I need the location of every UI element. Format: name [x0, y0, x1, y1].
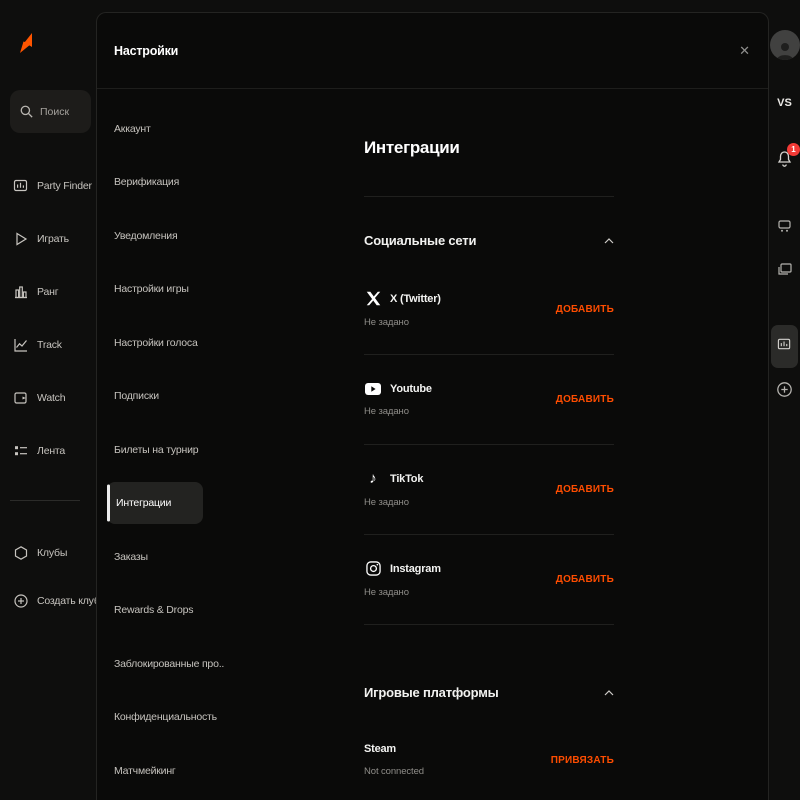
sidebar-item-label: Ранг — [37, 286, 58, 298]
play-icon — [13, 231, 29, 247]
sidebar-item-label: Лента — [37, 445, 65, 457]
integration-name: Instagram — [390, 563, 441, 575]
party-finder-icon — [13, 178, 29, 194]
section-title: Игровые платформы — [364, 685, 499, 700]
chevron-up-icon[interactable] — [604, 683, 614, 701]
integration-row-tiktok: ♪ TikTok Не задано ДОБАВИТЬ — [364, 445, 614, 535]
brand-arrow-icon[interactable] — [11, 31, 35, 55]
integration-status: Не задано — [364, 497, 423, 508]
sidebar-item-party-finder[interactable]: Party Finder — [0, 159, 96, 212]
modal-title: Настройки — [114, 44, 178, 58]
right-rail: VS 1 — [769, 0, 800, 800]
integration-row-youtube: Youtube Не задано ДОБАВИТЬ — [364, 355, 614, 445]
settings-nav-notifications[interactable]: Уведомления — [97, 209, 353, 263]
close-icon[interactable]: ✕ — [739, 43, 750, 59]
integration-status: Не задано — [364, 587, 441, 598]
sidebar-item-feed[interactable]: Лента — [0, 424, 96, 477]
search-icon — [19, 104, 34, 119]
integration-name: X (Twitter) — [390, 293, 441, 305]
sidebar-item-create-club[interactable]: Создать клуб — [0, 577, 96, 625]
watch-icon — [13, 390, 29, 406]
add-button[interactable]: ДОБАВИТЬ — [556, 484, 614, 495]
sidebar-item-track[interactable]: Track — [0, 318, 96, 371]
sidebar-nav: Party Finder Играть Ранг — [0, 159, 96, 477]
platform-rows: Steam Not connected ПРИВЯЗАТЬ — [364, 713, 614, 800]
sidebar-item-clubs[interactable]: Клубы — [0, 529, 96, 577]
sidebar-item-play[interactable]: Играть — [0, 212, 96, 265]
divider — [364, 196, 614, 197]
sidebar-item-label: Track — [37, 339, 62, 351]
search-input[interactable] — [40, 106, 92, 118]
add-button[interactable]: ДОБАВИТЬ — [556, 574, 614, 585]
settings-nav-tournament-tickets[interactable]: Билеты на турнир — [97, 423, 353, 477]
bell-icon[interactable]: 1 — [776, 150, 793, 173]
settings-nav-rewards-drops[interactable]: Rewards & Drops — [97, 584, 353, 638]
create-club-icon — [13, 593, 29, 609]
section-title: Социальные сети — [364, 233, 476, 248]
chevron-up-icon[interactable] — [604, 231, 614, 249]
settings-nav-subscriptions[interactable]: Подписки — [97, 370, 353, 424]
sidebar-item-label: Party Finder — [37, 180, 92, 192]
instagram-icon — [364, 561, 382, 576]
party-panel-button[interactable] — [771, 325, 798, 368]
integration-status: Не задано — [364, 406, 432, 417]
integration-status: Не задано — [364, 317, 441, 328]
integration-row-x-twitter: X (Twitter) Не задано ДОБАВИТЬ — [364, 265, 614, 355]
youtube-icon — [364, 383, 382, 395]
sidebar-item-rank[interactable]: Ранг — [0, 265, 96, 318]
console-icon[interactable] — [769, 219, 800, 233]
link-button[interactable]: ПРИВЯЗАТЬ — [551, 755, 614, 766]
settings-nav-privacy[interactable]: Конфиденциальность — [97, 691, 353, 745]
page-title: Интеграции — [364, 138, 460, 158]
settings-nav-account[interactable]: Аккаунт — [97, 102, 353, 156]
integration-name: TikTok — [390, 473, 423, 485]
settings-nav-integrations[interactable]: Интеграции — [97, 477, 353, 531]
sidebar-divider — [10, 500, 80, 501]
integration-name: Youtube — [390, 383, 432, 395]
section-social-networks: Социальные сети — [364, 231, 614, 249]
sidebar-footer: Клубы Создать клуб — [0, 529, 96, 625]
notification-badge: 1 — [787, 143, 800, 156]
social-rows: X (Twitter) Не задано ДОБАВИТЬ — [364, 265, 614, 625]
settings-modal: Настройки ✕ Аккаунт Верификация Уведомле… — [96, 12, 769, 800]
settings-nav-verification[interactable]: Верификация — [97, 156, 353, 210]
tiktok-icon: ♪ — [364, 472, 382, 486]
settings-nav-blocked-profiles[interactable]: Заблокированные про.. — [97, 637, 353, 691]
settings-nav-orders[interactable]: Заказы — [97, 530, 353, 584]
modal-header: Настройки ✕ — [97, 13, 768, 89]
settings-nav-matchmaking[interactable]: Матчмейкинг — [97, 744, 353, 798]
sidebar-item-label: Клубы — [37, 547, 67, 559]
integration-row-steam: Steam Not connected ПРИВЯЗАТЬ — [364, 713, 614, 800]
vs-button[interactable]: VS — [769, 97, 800, 109]
user-avatar[interactable] — [769, 30, 800, 60]
section-game-platforms: Игровые платформы — [364, 683, 614, 701]
feed-icon — [13, 443, 29, 459]
search-input-container[interactable] — [10, 90, 91, 133]
sidebar-item-watch[interactable]: Watch — [0, 371, 96, 424]
rank-icon — [13, 284, 29, 300]
integration-name: Steam — [364, 743, 396, 755]
settings-nav-game-settings[interactable]: Настройки игры — [97, 263, 353, 317]
party-panel-icon — [777, 337, 792, 357]
add-button[interactable]: ДОБАВИТЬ — [556, 304, 614, 315]
app-sidebar: Party Finder Играть Ранг — [0, 0, 96, 800]
track-icon — [13, 337, 29, 353]
add-icon[interactable] — [769, 381, 800, 398]
integration-status: Not connected — [364, 766, 424, 777]
x-twitter-icon — [364, 291, 382, 306]
integrations-content: Интеграции Социальные сети — [364, 101, 614, 800]
sidebar-item-label: Играть — [37, 233, 69, 245]
multi-window-icon[interactable] — [769, 262, 800, 277]
clubs-icon — [13, 545, 29, 561]
active-indicator — [107, 485, 110, 522]
sidebar-item-label: Watch — [37, 392, 65, 404]
add-button[interactable]: ДОБАВИТЬ — [556, 394, 614, 405]
settings-nav-voice-settings[interactable]: Настройки голоса — [97, 316, 353, 370]
sidebar-item-label: Создать клуб — [37, 595, 100, 607]
integration-row-instagram: Instagram Не задано ДОБАВИТЬ — [364, 535, 614, 625]
settings-nav: Аккаунт Верификация Уведомления Настройк… — [97, 102, 353, 798]
